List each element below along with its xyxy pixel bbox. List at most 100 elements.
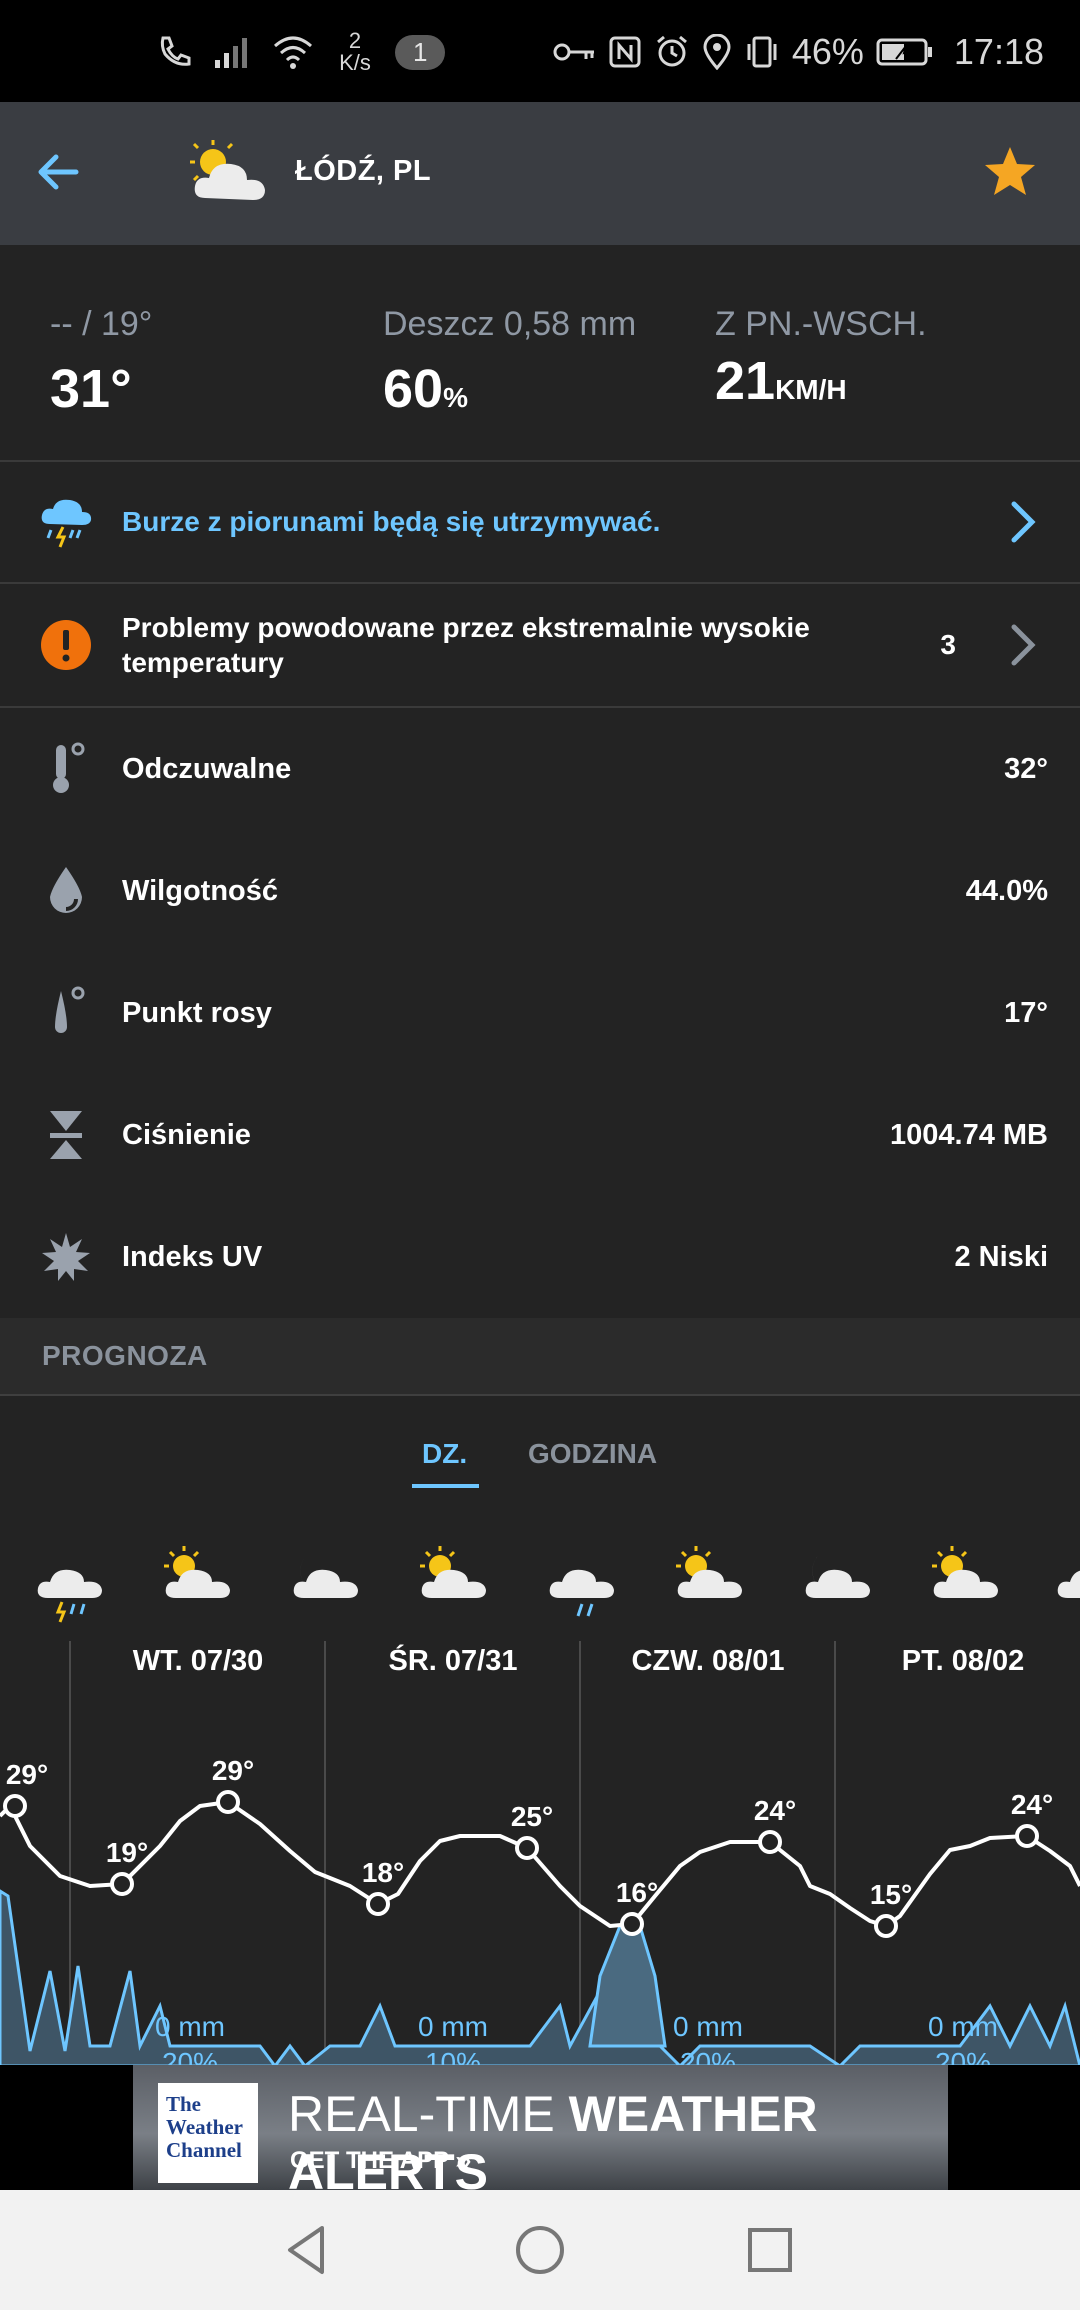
hi-lo-temperature: -- / 19° xyxy=(50,305,153,343)
wind-speed: 21 xyxy=(715,351,776,411)
temperature-block: -- / 19° 31° xyxy=(50,305,152,420)
weather-channel-logo: The Weather Channel xyxy=(158,2083,258,2183)
forecast-day-label: PT. 08/02 xyxy=(902,1645,1025,1677)
temperature-point xyxy=(110,1872,134,1896)
temperature-label: 29° xyxy=(212,1755,254,1786)
cloudy-night-icon xyxy=(293,1554,358,1598)
forecast-chart-svg[interactable]: WT. 07/30 ŚR. 07/31 CZW. 08/01 PT. 08/02 29°… xyxy=(0,1506,1080,2066)
rain-block: Deszcz 0,58 mm 60% xyxy=(383,305,636,420)
precip-chance-label: 20% xyxy=(935,2047,991,2066)
precip-peak xyxy=(588,1924,667,2048)
partly-cloudy-day-icon xyxy=(676,1546,742,1598)
uv-index-value: 2 Niski xyxy=(954,1240,1049,1273)
temperature-label: 19° xyxy=(106,1837,148,1868)
partly-cloudy-day-icon xyxy=(932,1546,998,1598)
rain-chance-unit: % xyxy=(443,382,468,413)
humidity-value: 44.0% xyxy=(965,874,1048,907)
feels-like-label: Odczuwalne xyxy=(122,752,292,785)
wifi-calling-icon xyxy=(160,36,191,66)
temperature-label: 25° xyxy=(511,1801,553,1832)
cloudy-night-icon xyxy=(1057,1554,1080,1598)
location-icon xyxy=(703,34,731,70)
precip-chance-label: 10% xyxy=(425,2047,481,2066)
wind-block: Z PN.-WSCH. 21KM/H xyxy=(715,305,927,412)
forecast-title: PROGNOZA xyxy=(42,1340,208,1371)
partly-cloudy-day-icon xyxy=(190,140,265,200)
dew-point-icon xyxy=(36,983,96,1043)
current-conditions: -- / 19° 31° Deszcz 0,58 mm 60% Z PN.-WS… xyxy=(0,245,1080,462)
uv-sun-icon xyxy=(36,1227,96,1287)
nav-recents-icon[interactable] xyxy=(740,2220,800,2280)
warning-icon xyxy=(36,615,96,675)
forecast-day-label: WT. 07/30 xyxy=(133,1645,264,1677)
pressure-icon xyxy=(36,1105,96,1165)
precip-amount-label: 0 mm xyxy=(155,2011,225,2042)
forecast-section-header: PROGNOZA xyxy=(0,1318,1080,1396)
night-rain-icon xyxy=(549,1554,614,1617)
heat-alert-row[interactable]: Problemy powodowane przez ekstremalnie w… xyxy=(0,584,1080,708)
storm-alert-row[interactable]: Burze z piorunami będą się utrzymywać. xyxy=(0,462,1080,584)
pressure-label: Ciśnienie xyxy=(122,1118,251,1151)
ad-headline-a: REAL-TIME xyxy=(288,2086,569,2142)
forecast-day-label: CZW. 08/01 xyxy=(631,1645,784,1677)
battery-icon xyxy=(876,38,932,66)
storm-alert-text: Burze z piorunami będą się utrzymywać. xyxy=(122,506,661,537)
temperature-point xyxy=(515,1836,539,1860)
nfc-icon xyxy=(609,36,641,68)
thunderstorm-icon xyxy=(36,492,96,552)
wifi-icon xyxy=(274,36,312,69)
heat-alert-line2: temperatury xyxy=(122,647,284,678)
partly-cloudy-day-icon xyxy=(420,1546,486,1598)
nav-back-icon[interactable] xyxy=(278,2220,338,2280)
tab-hour[interactable]: GODZINA xyxy=(528,1438,657,1470)
favorite-star-icon[interactable] xyxy=(980,142,1040,202)
heat-alert-count: 3 xyxy=(940,629,956,660)
net-speed-value: 2 xyxy=(348,28,362,53)
temperature-point xyxy=(758,1830,782,1854)
pressure-row: Ciśnienie 1004.74 MB xyxy=(0,1074,1080,1196)
dew-point-value: 17° xyxy=(1004,996,1048,1029)
heat-alert-text: Problemy powodowane przez ekstremalnie w… xyxy=(122,610,810,680)
rain-amount: Deszcz 0,58 mm xyxy=(383,305,637,343)
feels-like-row: Odczuwalne 32° xyxy=(0,708,1080,830)
humidity-label: Wilgotność xyxy=(122,874,279,907)
status-bar: 2 K/s 1 46% 17:18 xyxy=(0,0,1080,102)
temperature-point xyxy=(1015,1824,1039,1848)
clock: 17:18 xyxy=(953,31,1044,72)
current-temperature: 31° xyxy=(50,359,132,419)
dew-point-row: Punkt rosy 17° xyxy=(0,952,1080,1074)
night-storm-icon xyxy=(37,1554,102,1623)
app-header: ŁÓDŹ, PL xyxy=(0,102,1080,245)
back-arrow-icon[interactable] xyxy=(32,142,92,202)
cloudy-night-icon xyxy=(805,1554,870,1598)
temperature-point xyxy=(3,1794,27,1818)
battery-percent: 46% xyxy=(791,31,864,72)
temperature-point xyxy=(216,1790,240,1814)
heat-alert-line1: Problemy powodowane przez ekstremalnie w… xyxy=(122,612,810,643)
system-nav-bar xyxy=(0,2190,1080,2310)
dew-point-label: Punkt rosy xyxy=(122,996,272,1029)
precip-amount-label: 0 mm xyxy=(928,2011,998,2042)
thermometer-icon xyxy=(36,739,96,799)
tab-day[interactable]: DZ. xyxy=(422,1438,467,1470)
network-speed: 2 K/s xyxy=(333,30,377,74)
precip-amount-label: 0 mm xyxy=(418,2011,488,2042)
temperature-point xyxy=(620,1912,644,1936)
wind-direction: Z PN.-WSCH. xyxy=(715,305,927,343)
feels-like-value: 32° xyxy=(1004,752,1048,785)
temperature-point xyxy=(366,1892,390,1916)
vibrate-icon xyxy=(747,36,777,68)
nav-home-icon[interactable] xyxy=(510,2220,570,2280)
city-name: ŁÓDŹ, PL xyxy=(295,155,432,187)
temperature-label: 29° xyxy=(6,1759,48,1790)
vpn-key-icon xyxy=(553,43,594,61)
temperature-label: 15° xyxy=(870,1879,912,1910)
temperature-label: 24° xyxy=(754,1795,796,1826)
net-speed-unit: K/s xyxy=(339,50,371,75)
forecast-chart[interactable]: WT. 07/30 ŚR. 07/31 CZW. 08/01 PT. 08/02 29°… xyxy=(0,1506,1080,2066)
precip-chance-label: 20% xyxy=(680,2047,736,2066)
uv-index-label: Indeks UV xyxy=(122,1240,263,1273)
temperature-point xyxy=(874,1914,898,1938)
ad-banner[interactable]: The Weather Channel REAL-TIME WEATHER AL… xyxy=(133,2065,948,2200)
uv-index-row: Indeks UV 2 Niski xyxy=(0,1196,1080,1318)
